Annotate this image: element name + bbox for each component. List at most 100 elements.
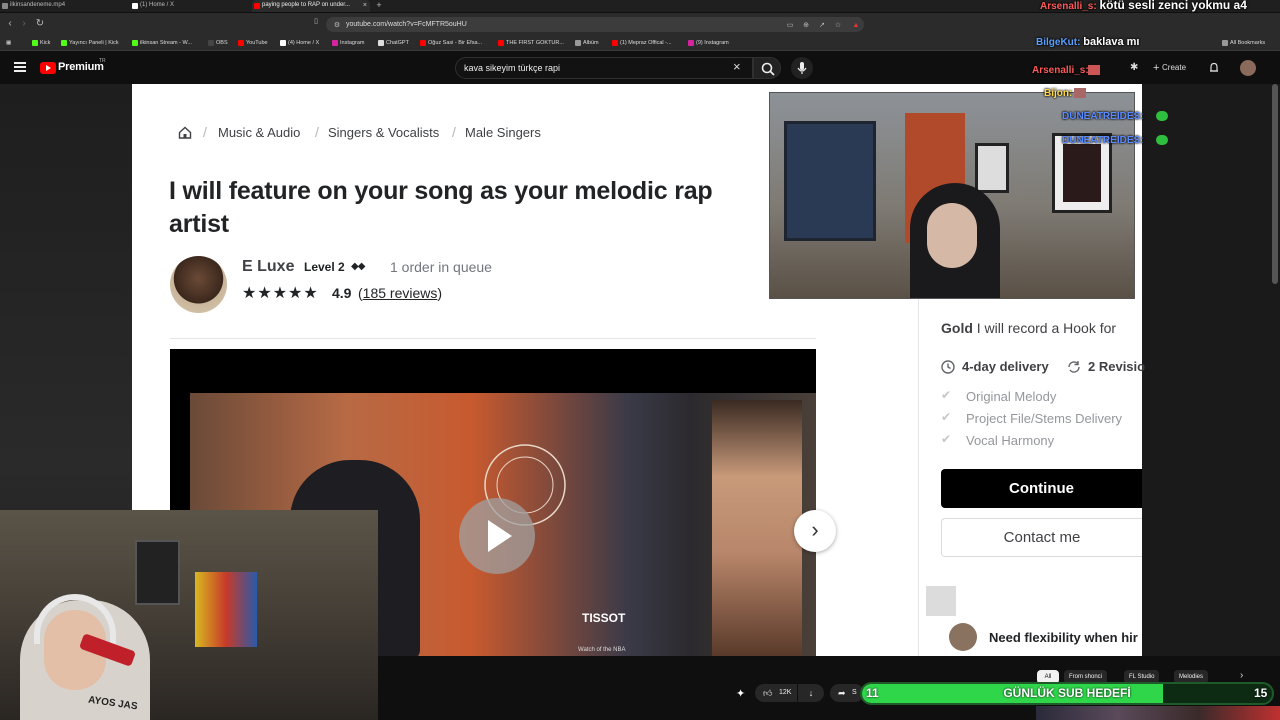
wall-map — [784, 121, 876, 241]
streamer-webcam — [769, 92, 1135, 299]
tab-home-x[interactable]: (1) Home / X — [130, 0, 250, 12]
seller-avatar[interactable] — [170, 256, 227, 313]
bookmark-youtube[interactable]: YouTube — [238, 38, 268, 48]
emote-icon — [1074, 88, 1086, 98]
reload-icon[interactable]: ↻ — [34, 18, 46, 30]
bookmark-ilkinsan[interactable]: ilkinsan Stream - W... — [132, 38, 192, 48]
folder-icon — [575, 40, 581, 46]
bookmark-page-icon[interactable]: ▯ — [312, 18, 320, 26]
wall-poster — [135, 540, 180, 605]
share-button[interactable]: ➦ S — [830, 684, 864, 702]
emote-icon — [1156, 111, 1168, 121]
kick-icon — [61, 40, 67, 46]
plus-icon: + — [1153, 62, 1160, 74]
continue-button[interactable]: Continue — [941, 469, 1142, 508]
check-icon: ✔ — [941, 388, 952, 402]
mic-button[interactable] — [791, 57, 813, 79]
gamepad-icon[interactable]: ✦ — [736, 687, 745, 700]
page-right-background — [1142, 84, 1280, 656]
contact-button[interactable]: Contact me — [941, 518, 1142, 557]
extension-icon[interactable]: ▲ — [852, 22, 860, 30]
avatar[interactable] — [1240, 60, 1256, 76]
flexibility-prompt[interactable]: Need flexibility when hir — [989, 630, 1142, 645]
bookmark-home-x[interactable]: (4) Home / X — [280, 38, 319, 48]
cast-icon[interactable]: ▭ — [786, 22, 794, 30]
all-bookmarks[interactable]: All Bookmarks — [1222, 38, 1265, 48]
wall-frame — [975, 143, 1009, 193]
scrollbar[interactable] — [1272, 84, 1278, 284]
instagram-icon — [332, 40, 338, 46]
included-item: Project File/Stems Delivery — [966, 411, 1123, 426]
site-info-icon[interactable]: ⚙ — [333, 22, 341, 30]
kick-icon — [32, 40, 38, 46]
new-tab-button[interactable]: + — [372, 0, 386, 12]
tab-youtube-active[interactable]: paying people to RAP on under... × — [252, 0, 370, 12]
breadcrumb-male-singers[interactable]: Male Singers — [465, 125, 541, 140]
bookmark-obs[interactable]: OBS — [208, 38, 228, 48]
kick-icon — [132, 40, 138, 46]
bookmark-album[interactable]: Albüm — [575, 38, 599, 48]
breadcrumb-separator: / — [452, 124, 456, 140]
breadcrumb-music-audio[interactable]: Music & Audio — [218, 125, 300, 140]
bookmark-instagram-2[interactable]: (9) Instagram — [688, 38, 729, 48]
url-field[interactable]: youtube.com/watch?v=FcMFTR5ouHU — [326, 17, 864, 32]
close-tab-icon[interactable]: × — [363, 0, 367, 11]
included-item: Original Melody — [966, 389, 1057, 404]
star-icon[interactable]: ☆ — [834, 22, 842, 30]
breadcrumb-singers-vocalists[interactable]: Singers & Vocalists — [328, 125, 439, 140]
bookmark-kick[interactable]: Kick — [32, 38, 50, 48]
package-panel-border — [918, 290, 919, 656]
emote-icon — [1156, 135, 1168, 145]
chevron-right-icon[interactable]: › — [794, 510, 836, 552]
bookmark-chatgpt[interactable]: ChatGPT — [378, 38, 409, 48]
menu-icon[interactable] — [14, 62, 26, 72]
zoom-icon[interactable]: ⊕ — [802, 22, 810, 30]
emote-icon — [1088, 65, 1100, 75]
dislike-icon: ↓ — [808, 688, 814, 698]
delivery-time: 4-day delivery — [962, 359, 1049, 374]
search-button[interactable] — [753, 57, 781, 79]
create-button[interactable]: + Create — [1150, 60, 1200, 76]
country-code: TR — [99, 58, 106, 64]
apps-icon[interactable]: ▦ — [6, 38, 11, 48]
bookmark-instagram[interactable]: Instagram — [332, 38, 364, 48]
seller-name[interactable]: E Luxe — [242, 258, 294, 276]
apps-grid-icon[interactable]: ✱ — [1130, 62, 1138, 73]
mic-icon — [797, 62, 807, 74]
spiderman-poster — [195, 572, 257, 647]
chevron-right-icon[interactable]: › — [1240, 670, 1243, 681]
bell-icon[interactable] — [1208, 61, 1220, 73]
seller-level: Level 2 — [304, 260, 345, 274]
bookmark-yayinci[interactable]: Yayıncı Paneli | Kick — [61, 38, 119, 48]
like-icon: 👍︎ — [763, 688, 773, 698]
youtube-premium-label[interactable]: Premium — [58, 61, 104, 73]
chat-message: Bijon: — [1044, 88, 1086, 99]
breadcrumb-separator: / — [203, 124, 207, 140]
youtube-icon — [612, 40, 618, 46]
bookmark-goktur[interactable]: THE FIRST GOKTUR... — [498, 38, 564, 48]
video-brand-text: TISSOT — [582, 611, 626, 625]
close-icon[interactable]: × — [733, 60, 741, 73]
included-item: Vocal Harmony — [966, 433, 1055, 448]
recommended-thumbnails[interactable] — [1036, 706, 1280, 720]
forward-icon[interactable]: › — [18, 18, 30, 30]
clock-icon — [941, 360, 955, 374]
dislike-button[interactable]: ↓ — [798, 684, 824, 702]
reviews-link[interactable]: (185 reviews) — [358, 285, 442, 301]
like-button[interactable]: 👍︎ 12K — [755, 684, 797, 702]
share-page-icon[interactable]: ↗ — [818, 22, 826, 30]
play-icon[interactable] — [459, 498, 535, 574]
level-diamonds-icon: ◆◆ — [351, 261, 365, 272]
search-icon — [761, 62, 775, 76]
video-poster — [712, 400, 802, 656]
tab-ilkinsandeneme[interactable]: ilkinsandeneme.mp4 — [0, 0, 126, 12]
youtube-icon — [254, 3, 260, 9]
youtube-logo-icon[interactable] — [40, 62, 56, 74]
bookmark-mepraz[interactable]: (1) Mepraz Offical -... — [612, 38, 672, 48]
search-input[interactable]: kava sikeyim türkçe rapi — [455, 57, 753, 79]
home-icon[interactable] — [178, 126, 192, 139]
chat-message: BilgeKut: baklava mı — [1036, 36, 1140, 48]
back-icon[interactable]: ‹ — [4, 18, 16, 30]
share-icon: ➦ — [838, 688, 846, 698]
bookmark-oguz[interactable]: Oğuz Sasi - Bir Efsa... — [420, 38, 482, 48]
